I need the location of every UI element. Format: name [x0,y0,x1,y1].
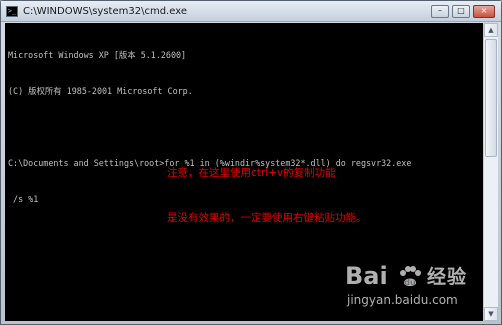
scroll-up-arrow-icon[interactable]: ▲ [484,23,498,37]
baidu-paw-icon: du [400,266,421,287]
annotation-line-1: 注意，在这里使用ctrl+v的复制功能 [167,167,336,179]
console-line: Microsoft Windows XP [版本 5.1.2600] [8,50,187,60]
baidu-jingyan-watermark: Bai du 经验 jingyan.baidu.com [345,262,485,314]
cmd-app-icon[interactable]: >_ [6,5,18,17]
svg-text:du: du [404,278,416,287]
close-button[interactable]: × [473,4,495,18]
watermark-url: jingyan.baidu.com [347,293,458,307]
window-controls: – □ × [431,4,495,18]
jingyan-logo-text: 经验 [427,266,468,288]
baidu-logo-text: Bai [345,262,388,290]
maximize-button[interactable]: □ [452,4,470,18]
cmd-window: >_ C:\WINDOWS\system32\cmd.exe – □ × Mic… [0,0,502,325]
title-bar[interactable]: >_ C:\WINDOWS\system32\cmd.exe – □ × [1,1,501,22]
window-title: C:\WINDOWS\system32\cmd.exe [23,5,187,17]
console-line: (C) 版权所有 1985-2001 Microsoft Corp. [8,86,193,96]
annotation-line-2: 是没有效果的，一定要使用右键粘贴功能。 [167,212,367,224]
annotation-note: 注意，在这里使用ctrl+v的复制功能 是没有效果的，一定要使用右键粘贴功能。 [167,136,367,256]
scroll-down-arrow-icon[interactable]: ▼ [484,307,498,321]
scroll-thumb[interactable] [485,39,497,157]
vertical-scrollbar[interactable]: ▲ ▼ [483,23,498,321]
minimize-button[interactable]: – [431,4,449,18]
